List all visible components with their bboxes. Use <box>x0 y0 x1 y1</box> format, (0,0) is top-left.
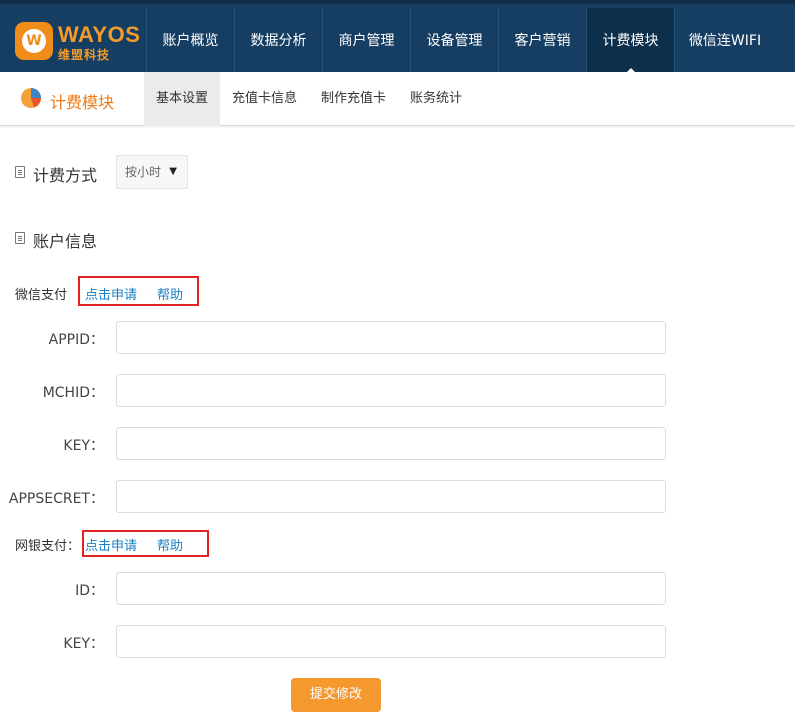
nav-item-merchant-management[interactable]: 商户管理 <box>322 8 410 76</box>
nav-item-billing-module[interactable]: 计费模块 <box>586 8 674 76</box>
nav-item-wechat-wifi[interactable]: 微信连WIFI <box>674 8 775 76</box>
bank-apply-link[interactable]: 点击申请 <box>85 535 137 554</box>
brand-name: WAYOS <box>58 22 141 47</box>
bank-id-input[interactable] <box>116 572 666 605</box>
appid-label: APPID： <box>48 332 104 348</box>
wechat-key-label: KEY： <box>63 438 104 454</box>
bank-key-input[interactable] <box>116 625 666 658</box>
appsecret-label: APPSECRET： <box>8 491 104 507</box>
submit-button[interactable]: 提交修改 <box>291 678 381 712</box>
brand-subtitle: 维盟科技 <box>58 48 111 62</box>
wechat-pay-label: 微信支付 <box>15 288 68 303</box>
bank-key-label: KEY： <box>63 636 104 652</box>
tab-accounting-stats[interactable]: 账务统计 <box>398 72 474 126</box>
billing-method-title: 计费方式 <box>33 166 98 185</box>
mchid-label: MCHID： <box>42 385 104 401</box>
document-icon <box>15 166 25 178</box>
module-title: 计费模块 <box>50 93 115 112</box>
mchid-input[interactable] <box>116 374 666 407</box>
main-nav: 账户概览 数据分析 商户管理 设备管理 客户营销 计费模块 微信连WIFI <box>146 8 775 76</box>
tab-basic-settings[interactable]: 基本设置 <box>144 72 221 126</box>
appsecret-input[interactable] <box>116 480 666 513</box>
tab-recharge-card-info[interactable]: 充值卡信息 <box>220 72 309 126</box>
top-nav-bar: W WAYOS 维盟科技 账户概览 数据分析 商户管理 设备管理 客户营销 计费… <box>0 0 795 76</box>
brand-logo[interactable]: W WAYOS 维盟科技 <box>0 8 146 76</box>
nav-item-customer-marketing[interactable]: 客户营销 <box>498 8 586 76</box>
bank-id-label: ID： <box>75 583 104 599</box>
nav-item-device-management[interactable]: 设备管理 <box>410 8 498 76</box>
bank-help-link[interactable]: 帮助 <box>157 535 183 554</box>
tab-make-recharge-card[interactable]: 制作充值卡 <box>309 72 398 126</box>
module-tabs: 基本设置 充值卡信息 制作充值卡 账务统计 <box>144 72 474 126</box>
wechat-key-input[interactable] <box>116 427 666 460</box>
billing-method-select[interactable]: 按小时 ▼ <box>116 155 188 189</box>
account-info-title: 账户信息 <box>33 232 98 251</box>
module-subnav: 计费模块 基本设置 充值卡信息 制作充值卡 账务统计 <box>0 72 795 126</box>
dropdown-arrow-icon: ▼ <box>169 166 177 177</box>
nav-item-account-overview[interactable]: 账户概览 <box>146 8 234 76</box>
document-icon <box>15 232 25 244</box>
wechat-help-link[interactable]: 帮助 <box>157 284 183 303</box>
logo-badge-icon: W <box>15 22 53 60</box>
wechat-apply-link[interactable]: 点击申请 <box>85 284 137 303</box>
bank-pay-label: 网银支付： <box>15 539 81 554</box>
pie-chart-icon <box>21 88 41 108</box>
nav-item-data-analysis[interactable]: 数据分析 <box>234 8 322 76</box>
appid-input[interactable] <box>116 321 666 354</box>
